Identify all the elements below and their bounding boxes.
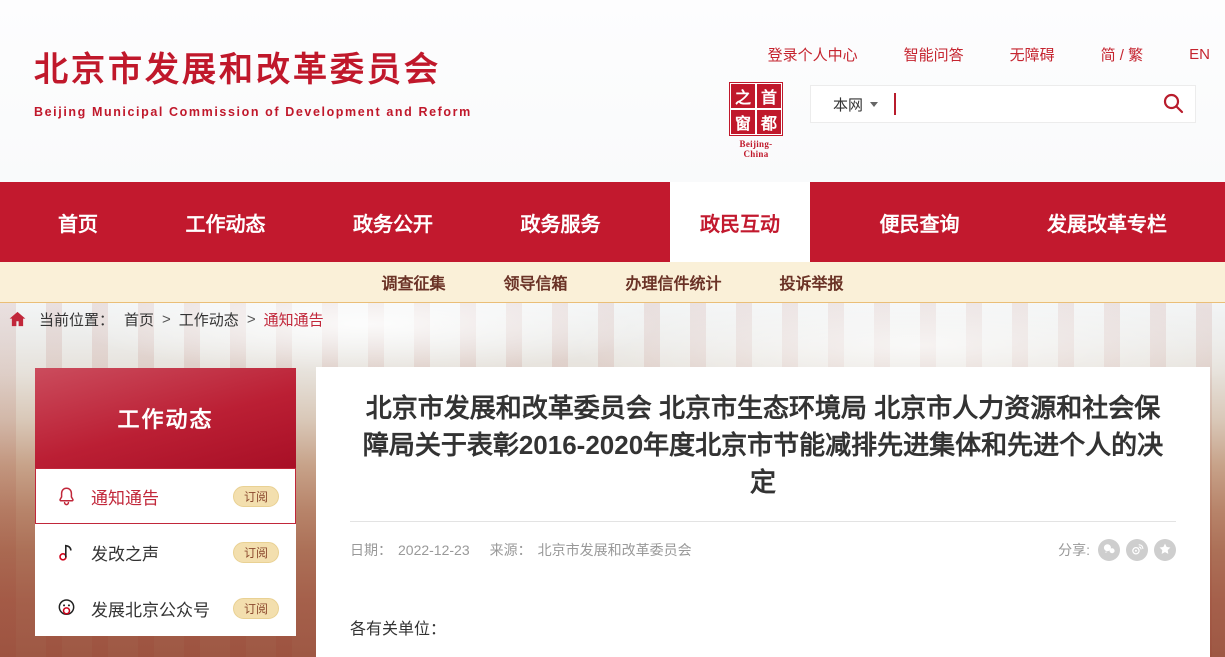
seal-caption: Beijing-China <box>728 139 784 159</box>
sub-nav: 调查征集 领导信箱 办理信件统计 投诉举报 <box>0 262 1225 303</box>
wechat-account-icon <box>54 596 78 620</box>
article-meta: 日期： 2022-12-23 来源： 北京市发展和改革委员会 分享: <box>350 539 1176 561</box>
breadcrumb-label: 当前位置： <box>39 309 114 330</box>
seal-char: 首 <box>757 84 781 108</box>
nav-gov-services[interactable]: 政务服务 <box>503 182 619 262</box>
seal-char: 窗 <box>731 110 755 134</box>
article-source: 北京市发展和改革委员会 <box>538 540 692 560</box>
breadcrumb-notices[interactable]: 通知通告 <box>264 309 324 330</box>
sidebar-item-label: 发展北京公众号 <box>91 596 233 621</box>
smart-qa-link[interactable]: 智能问答 <box>904 44 964 65</box>
search-icon <box>1161 91 1185 118</box>
home-icon[interactable] <box>8 310 27 328</box>
sidebar-list: 通知通告 订阅 发改之声 订阅 发展北京公众号 订阅 <box>35 468 296 636</box>
breadcrumb-separator: > <box>247 311 256 328</box>
seal-icon: 之 首 窗 都 <box>729 82 783 136</box>
site-title: 北京市发展和改革委员会 <box>34 42 472 91</box>
sidebar: 工作动态 通知通告 订阅 发改之声 订阅 发展北京公众号 订阅 <box>35 368 296 636</box>
nav-home[interactable]: 首页 <box>40 182 116 262</box>
bell-icon <box>54 484 78 508</box>
breadcrumb-home[interactable]: 首页 <box>124 309 154 330</box>
music-note-icon <box>54 540 78 564</box>
subscribe-button[interactable]: 订阅 <box>233 542 279 563</box>
site-header: 北京市发展和改革委员会 Beijing Municipal Commission… <box>0 0 1225 182</box>
weibo-share-icon <box>1130 542 1144 559</box>
article-body-line: 各有关单位： <box>350 615 1176 639</box>
share-bar: 分享: <box>1058 539 1176 561</box>
capital-window-logo[interactable]: 之 首 窗 都 Beijing-China <box>728 82 784 159</box>
search-scope-dropdown[interactable]: 本网 <box>811 94 892 115</box>
seal-char: 都 <box>757 110 781 134</box>
sidebar-item-notices[interactable]: 通知通告 订阅 <box>35 468 296 524</box>
sidebar-title-text: 工作动态 <box>117 402 213 434</box>
seal-char: 之 <box>731 84 755 108</box>
divider <box>350 521 1176 522</box>
subnav-leader-mailbox[interactable]: 领导信箱 <box>503 270 567 294</box>
sidebar-title: 工作动态 <box>35 368 296 468</box>
subnav-letter-stats[interactable]: 办理信件统计 <box>626 270 722 294</box>
nav-work-news[interactable]: 工作动态 <box>168 182 284 262</box>
subscribe-button[interactable]: 订阅 <box>233 598 279 619</box>
sidebar-item-label: 通知通告 <box>91 484 233 509</box>
article-meta-left: 日期： 2022-12-23 来源： 北京市发展和改革委员会 <box>350 540 692 560</box>
share-weibo-button[interactable] <box>1126 539 1148 561</box>
login-link[interactable]: 登录个人中心 <box>768 44 858 65</box>
search-input[interactable] <box>896 86 1151 122</box>
source-label: 来源： <box>490 540 532 560</box>
share-wechat-button[interactable] <box>1098 539 1120 561</box>
nav-public-interaction[interactable]: 政民互动 <box>670 182 810 262</box>
sidebar-item-voice[interactable]: 发改之声 订阅 <box>35 524 296 580</box>
sidebar-item-label: 发改之声 <box>91 540 233 565</box>
accessibility-link[interactable]: 无障碍 <box>1010 44 1055 65</box>
search-button[interactable] <box>1151 86 1195 122</box>
nav-gov-disclosure[interactable]: 政务公开 <box>335 182 451 262</box>
subnav-complaints[interactable]: 投诉举报 <box>780 270 844 294</box>
nav-convenience-query[interactable]: 便民查询 <box>862 182 978 262</box>
english-link[interactable]: EN <box>1189 46 1210 63</box>
breadcrumb-separator: > <box>162 311 171 328</box>
sidebar-item-wechat-account[interactable]: 发展北京公众号 订阅 <box>35 580 296 636</box>
article-date: 2022-12-23 <box>398 542 470 558</box>
article-title: 北京市发展和改革委员会 北京市生态环境局 北京市人力资源和社会保障局关于表彰20… <box>350 390 1176 501</box>
date-label: 日期： <box>350 540 392 560</box>
chevron-down-icon <box>870 102 878 107</box>
breadcrumb: 当前位置： 首页 > 工作动态 > 通知通告 <box>0 303 1225 335</box>
simplified-traditional-link[interactable]: 简 / 繁 <box>1101 44 1144 65</box>
breadcrumb-work-news[interactable]: 工作动态 <box>179 309 239 330</box>
site-logo[interactable]: 北京市发展和改革委员会 Beijing Municipal Commission… <box>34 42 472 119</box>
nav-reform-special[interactable]: 发展改革专栏 <box>1029 182 1185 262</box>
utility-links: 登录个人中心 智能问答 无障碍 简 / 繁 EN <box>768 44 1210 65</box>
search-scope-value: 本网 <box>833 94 863 115</box>
main-nav: 首页 工作动态 政务公开 政务服务 政民互动 便民查询 发展改革专栏 <box>0 182 1225 262</box>
share-qzone-button[interactable] <box>1154 539 1176 561</box>
subscribe-button[interactable]: 订阅 <box>233 486 279 507</box>
article-card: 北京市发展和改革委员会 北京市生态环境局 北京市人力资源和社会保障局关于表彰20… <box>316 367 1210 657</box>
wechat-share-icon <box>1102 542 1116 559</box>
site-subtitle: Beijing Municipal Commission of Developm… <box>34 105 472 119</box>
subnav-survey[interactable]: 调查征集 <box>381 270 445 294</box>
search-bar: 本网 <box>810 85 1196 123</box>
star-share-icon <box>1158 542 1172 559</box>
share-label: 分享: <box>1058 540 1090 560</box>
